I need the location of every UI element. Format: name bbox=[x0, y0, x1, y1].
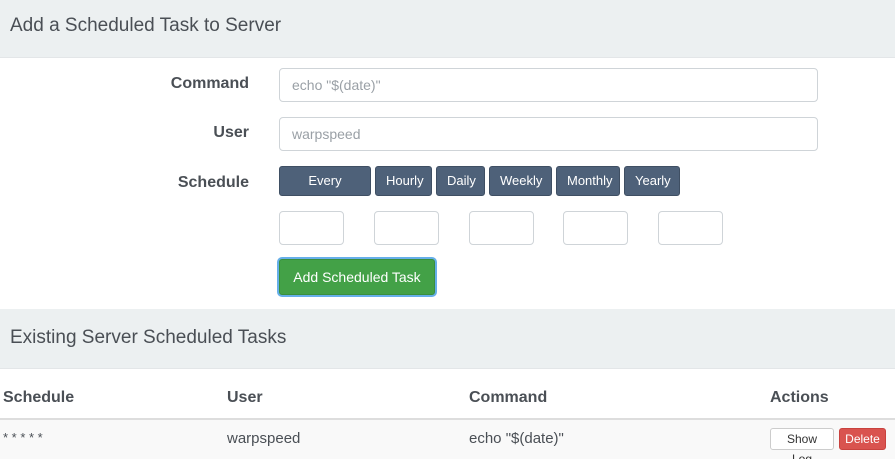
table-row bbox=[0, 420, 895, 459]
task-command-cell: echo "$(date)" bbox=[469, 430, 564, 447]
command-input[interactable] bbox=[279, 68, 818, 102]
schedule-yearly-button[interactable]: Yearly bbox=[624, 166, 680, 196]
column-header-actions: Actions bbox=[770, 389, 829, 406]
command-label: Command bbox=[170, 75, 249, 92]
cron-weekday-input[interactable] bbox=[658, 211, 723, 245]
cron-minute-input[interactable] bbox=[279, 211, 344, 245]
column-header-user: User bbox=[227, 389, 263, 406]
schedule-weekly-button[interactable]: Weekly bbox=[489, 166, 552, 196]
existing-tasks-panel-title: Existing Server Scheduled Tasks bbox=[0, 309, 895, 369]
schedule-monthly-button[interactable]: Monthly bbox=[556, 166, 620, 196]
add-task-panel-title: Add a Scheduled Task to Server bbox=[0, 0, 895, 58]
column-header-command: Command bbox=[469, 389, 548, 406]
show-log-button[interactable]: Show Log bbox=[770, 428, 834, 459]
schedule-label: Schedule bbox=[177, 174, 249, 191]
delete-task-button[interactable]: Delete bbox=[839, 428, 886, 450]
schedule-hourly-button[interactable]: Hourly bbox=[375, 166, 432, 196]
cron-day-input[interactable] bbox=[469, 211, 534, 245]
schedule-every-minute-button[interactable]: Every Minute bbox=[279, 166, 371, 216]
task-user-cell: warpspeed bbox=[227, 430, 301, 447]
column-header-schedule: Schedule bbox=[3, 389, 75, 406]
cron-month-input[interactable] bbox=[563, 211, 628, 245]
user-input[interactable] bbox=[279, 117, 818, 151]
cron-hour-input[interactable] bbox=[374, 211, 439, 245]
add-scheduled-task-button[interactable]: Add Scheduled Task bbox=[279, 259, 435, 295]
task-schedule-cell: * * * * * bbox=[3, 430, 43, 445]
user-label: User bbox=[213, 124, 249, 141]
schedule-daily-button[interactable]: Daily bbox=[436, 166, 485, 196]
